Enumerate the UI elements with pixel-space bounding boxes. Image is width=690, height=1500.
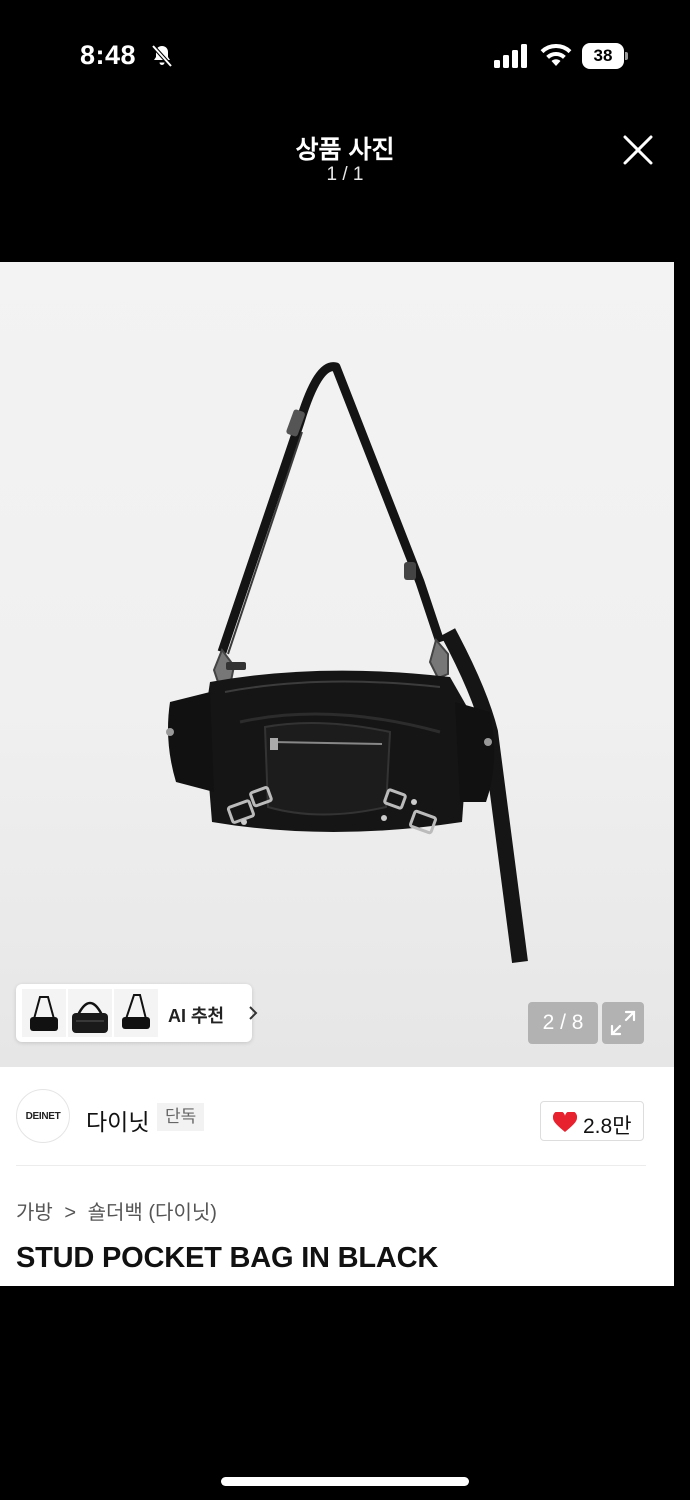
like-button[interactable]: 2.8만 bbox=[540, 1101, 644, 1141]
battery-icon: 38 bbox=[582, 43, 628, 69]
breadcrumb-item-bags[interactable]: 가방 bbox=[16, 1202, 53, 1224]
like-count: 2.8만 bbox=[583, 1115, 632, 1138]
image-page-counter: 2 / 8 bbox=[528, 1002, 598, 1044]
breadcrumb: 가방 > 숄더백 (다이닛) bbox=[16, 1196, 217, 1225]
brand-logo[interactable]: DEINET bbox=[16, 1089, 70, 1143]
breadcrumb-separator: > bbox=[64, 1202, 77, 1224]
similar-bag-thumbnail[interactable] bbox=[68, 989, 112, 1037]
product-screenshot: AI 추천 2 / 8 DEINET 다이닛 단독 2.8만 가방 > 숄더백 … bbox=[0, 262, 674, 1286]
product-title: STUD POCKET BAG IN BLACK bbox=[16, 1242, 439, 1274]
status-time: 8:48 bbox=[80, 40, 137, 70]
similar-bag-thumbnail[interactable] bbox=[114, 989, 158, 1037]
bag-illustration bbox=[166, 362, 528, 964]
expand-icon bbox=[610, 1010, 636, 1036]
status-bar: 8:48 38 bbox=[0, 0, 690, 110]
breadcrumb-item-shoulder-bag[interactable]: 숄더백 (다이닛) bbox=[88, 1202, 217, 1224]
ai-recommend-label: AI 추천 bbox=[168, 1006, 225, 1026]
close-icon[interactable] bbox=[620, 132, 656, 168]
ai-recommend-button[interactable]: AI 추천 bbox=[16, 984, 258, 1042]
battery-cap bbox=[625, 52, 628, 60]
bell-slash-icon bbox=[151, 44, 173, 68]
battery-level: 38 bbox=[582, 43, 624, 69]
heart-icon bbox=[553, 1112, 577, 1132]
viewer-header: 상품 사진 1 / 1 bbox=[0, 110, 690, 260]
wifi-icon bbox=[540, 43, 572, 66]
home-indicator[interactable] bbox=[221, 1477, 469, 1486]
chevron-right-icon bbox=[249, 1006, 258, 1020]
brand-name[interactable]: 다이닛 bbox=[86, 1103, 149, 1137]
cellular-signal-icon bbox=[494, 44, 527, 68]
brand-row: DEINET 다이닛 단독 2.8만 bbox=[0, 1067, 674, 1167]
exclusive-badge: 단독 bbox=[157, 1103, 205, 1131]
product-image[interactable]: AI 추천 2 / 8 bbox=[0, 262, 674, 1067]
divider bbox=[16, 1165, 646, 1166]
similar-bag-thumbnail[interactable] bbox=[22, 989, 66, 1037]
viewer-counter: 1 / 1 bbox=[326, 164, 364, 185]
viewer-title: 상품 사진 bbox=[295, 136, 395, 164]
expand-button[interactable] bbox=[602, 1002, 644, 1044]
